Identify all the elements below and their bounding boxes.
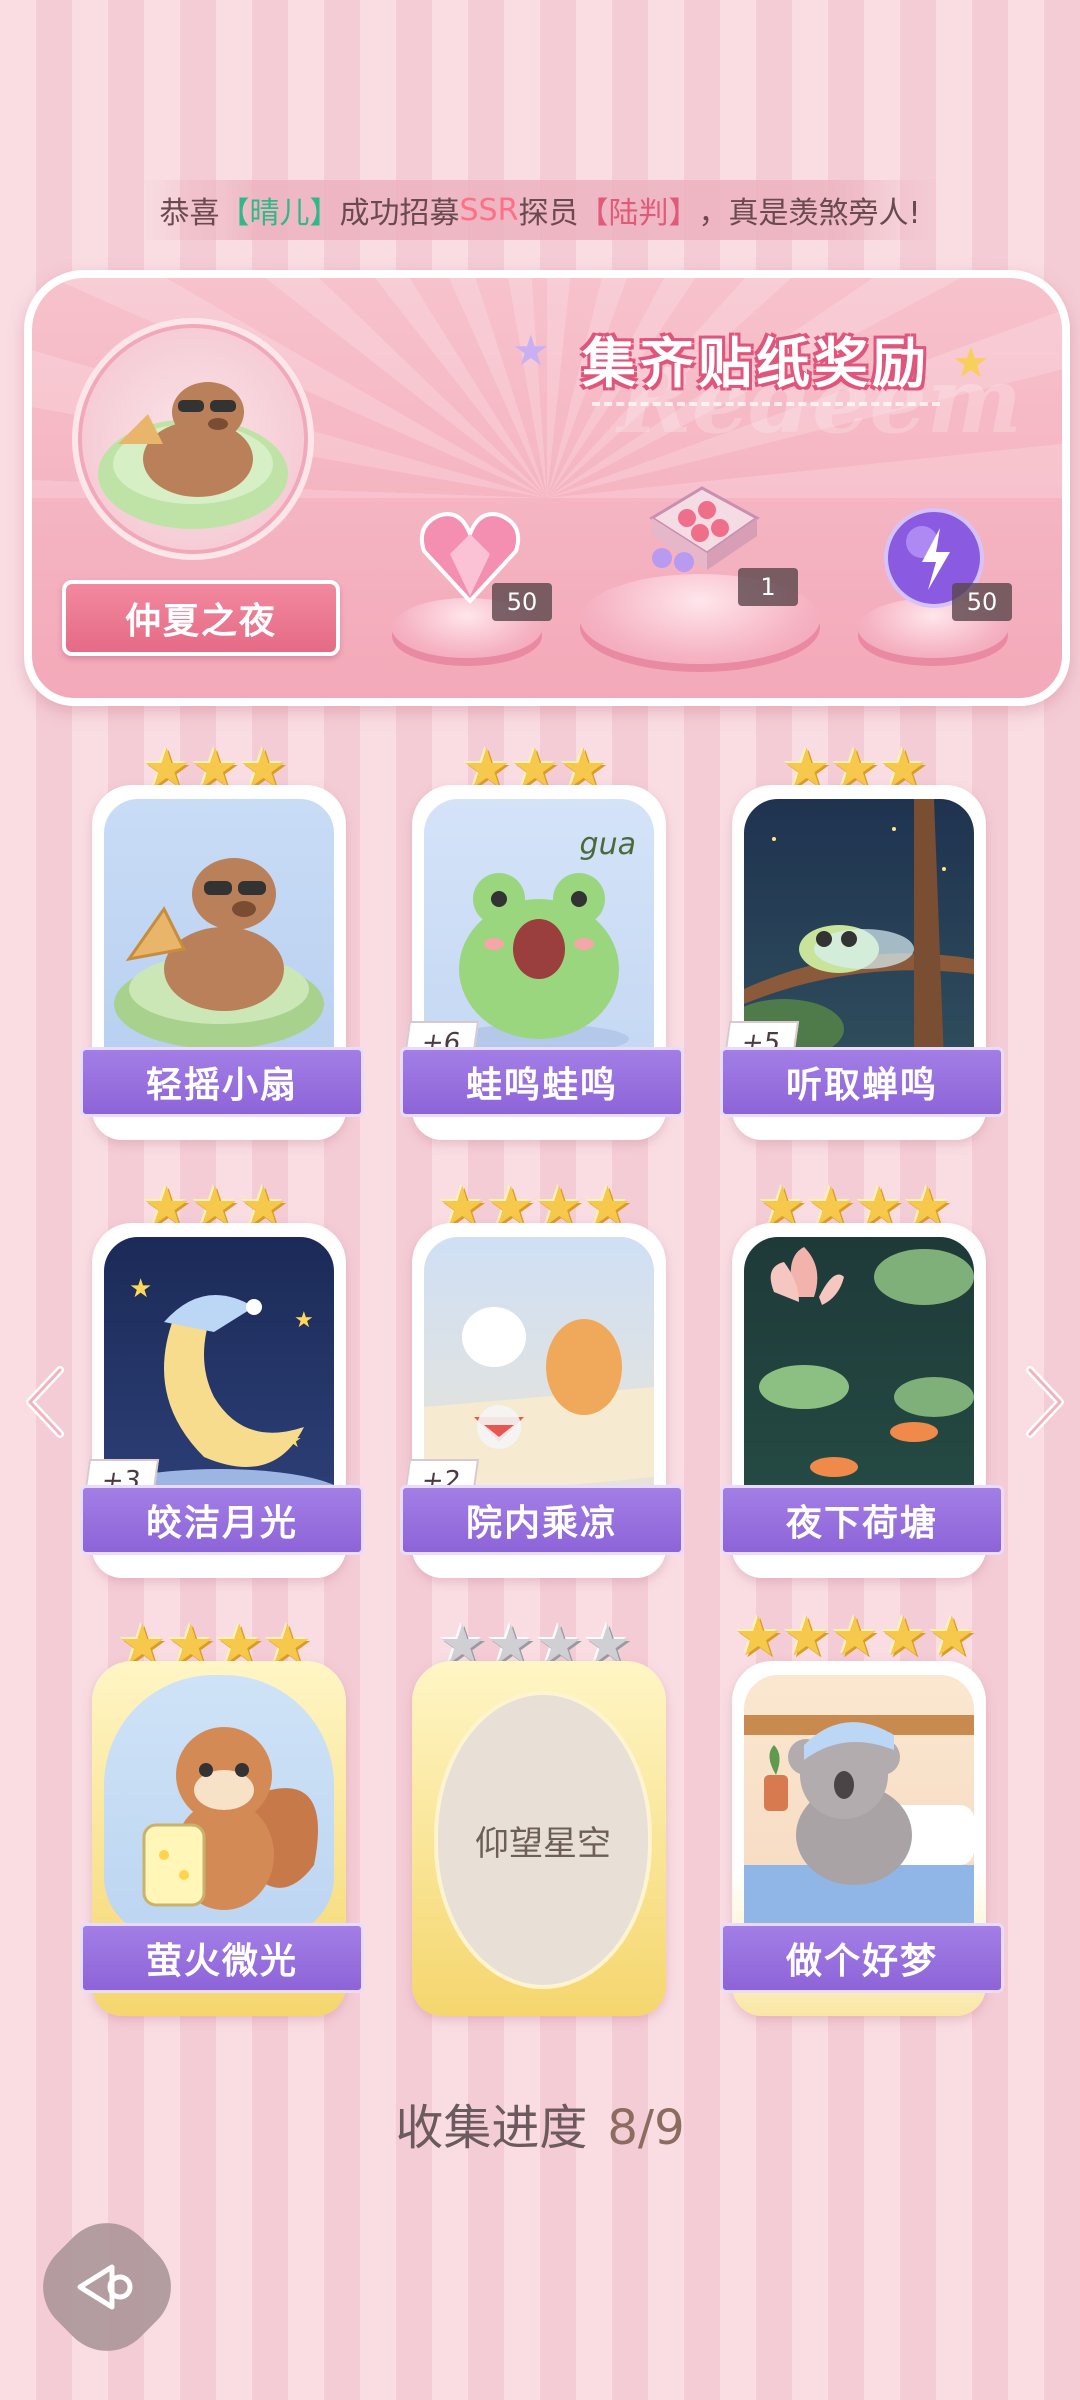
- chevron-left-icon[interactable]: [20, 1362, 70, 1442]
- star-icon: ★: [782, 1605, 831, 1668]
- squirrel-firefly-jar-art: [104, 1675, 334, 1937]
- koala-icon: [744, 1715, 974, 1937]
- sticker-card-locked[interactable]: 仰望星空: [412, 1661, 666, 2016]
- sticker-name: 蛙鸣蛙鸣: [400, 1047, 684, 1117]
- progress-value: 8/9: [607, 2100, 685, 2156]
- svg-text:★: ★: [294, 1308, 314, 1333]
- star-rating: ★ ★ ★ ★ ★: [732, 1610, 978, 1664]
- sticker-name: 仰望星空: [475, 1823, 611, 1864]
- star-icon: ★: [830, 1605, 880, 1668]
- sticker-name: 皎洁月光: [80, 1485, 364, 1555]
- koala-sleeping-art: [744, 1675, 974, 1937]
- sticker-card[interactable]: 做个好梦: [720, 1661, 1004, 2016]
- sticker-name: 萤火微光: [80, 1923, 364, 1993]
- back-arrow-icon: [77, 2264, 133, 2310]
- collection-progress: 收集进度 8/9: [0, 2088, 1080, 2158]
- sticker-name: 院内乘凉: [400, 1485, 684, 1555]
- capybara-fan-art: [104, 799, 334, 1061]
- lotus-pond-koi-art: [744, 1237, 974, 1499]
- chevron-right-icon[interactable]: [1020, 1362, 1070, 1442]
- capybara-fan-icon: [114, 858, 324, 1049]
- sticker-name: 轻摇小扇: [80, 1047, 364, 1117]
- svg-text:★: ★: [129, 1274, 152, 1304]
- sticker-card[interactable]: +2 院内乘凉: [400, 1223, 684, 1578]
- sticker-card[interactable]: ★ ★ ★ +3 皎洁月光: [80, 1223, 364, 1578]
- sticker-card[interactable]: +5 听取蝉鸣: [720, 785, 1004, 1140]
- sticker-card[interactable]: gua +6 蛙鸣蛙鸣: [400, 785, 684, 1140]
- gua-text: gua: [579, 827, 636, 862]
- star-icon: ★: [733, 1605, 783, 1668]
- sticker-name: 夜下荷塘: [720, 1485, 1004, 1555]
- sticker-name: 做个好梦: [720, 1923, 1004, 1993]
- locked-placeholder: 仰望星空: [434, 1691, 652, 1989]
- star-icon: ★: [879, 1605, 928, 1668]
- sticker-grid: ★ ★ ★ 轻摇小扇 ★ ★ ★ gua +6 蛙鸣蛙鸣 ★ ★ ★ +5 听取…: [0, 0, 1080, 2400]
- lotus-koi-icon: [759, 1247, 974, 1477]
- progress-label: 收集进度: [395, 2100, 588, 2156]
- back-button-icon-wrap[interactable]: [48, 2228, 166, 2346]
- star-icon: ★: [927, 1605, 977, 1668]
- sticker-card[interactable]: 轻摇小扇: [80, 785, 364, 1140]
- squirrel-icon: [142, 1727, 318, 1910]
- sticker-name: 听取蝉鸣: [720, 1047, 1004, 1117]
- sticker-card[interactable]: 萤火微光: [80, 1661, 364, 2016]
- sticker-card[interactable]: 夜下荷塘: [720, 1223, 1004, 1578]
